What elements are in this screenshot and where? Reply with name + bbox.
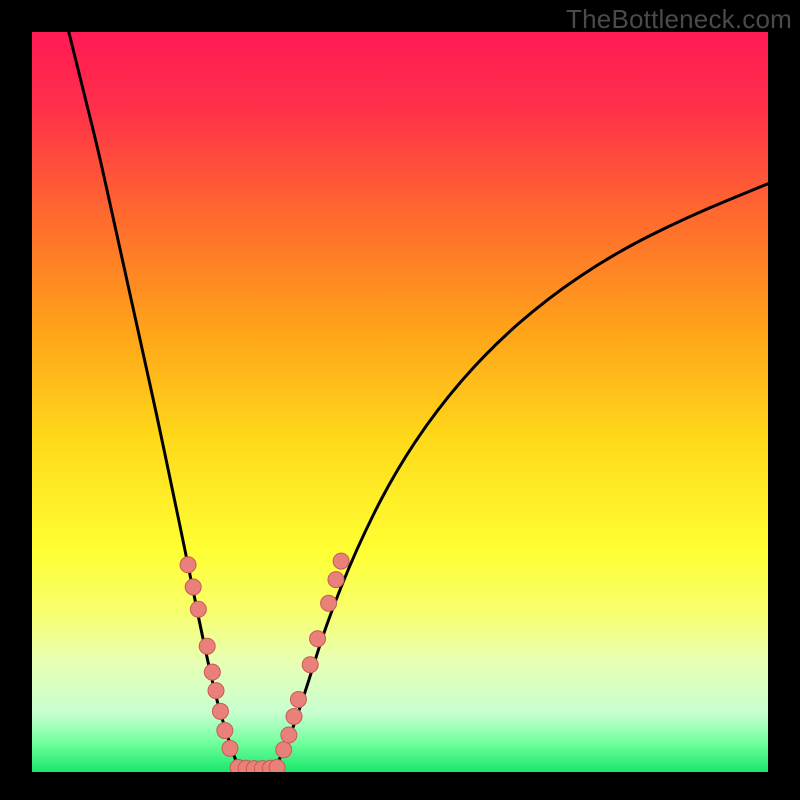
data-marker [333, 553, 349, 569]
data-marker [286, 709, 302, 725]
data-marker [310, 631, 326, 647]
data-marker [217, 723, 233, 739]
data-marker [204, 664, 220, 680]
data-marker [269, 760, 285, 772]
data-marker [290, 691, 306, 707]
data-marker [302, 657, 318, 673]
bottleneck-curve-chart [32, 32, 768, 772]
data-marker [212, 703, 228, 719]
gradient-background [32, 32, 768, 772]
data-marker [328, 572, 344, 588]
data-marker [276, 742, 292, 758]
watermark-text: TheBottleneck.com [566, 4, 792, 35]
data-marker [185, 579, 201, 595]
data-marker [222, 740, 238, 756]
data-marker [208, 683, 224, 699]
chart-frame: TheBottleneck.com [0, 0, 800, 800]
plot-area [32, 32, 768, 772]
data-marker [180, 557, 196, 573]
data-marker [281, 727, 297, 743]
data-marker [321, 595, 337, 611]
data-marker [199, 638, 215, 654]
data-marker [190, 601, 206, 617]
